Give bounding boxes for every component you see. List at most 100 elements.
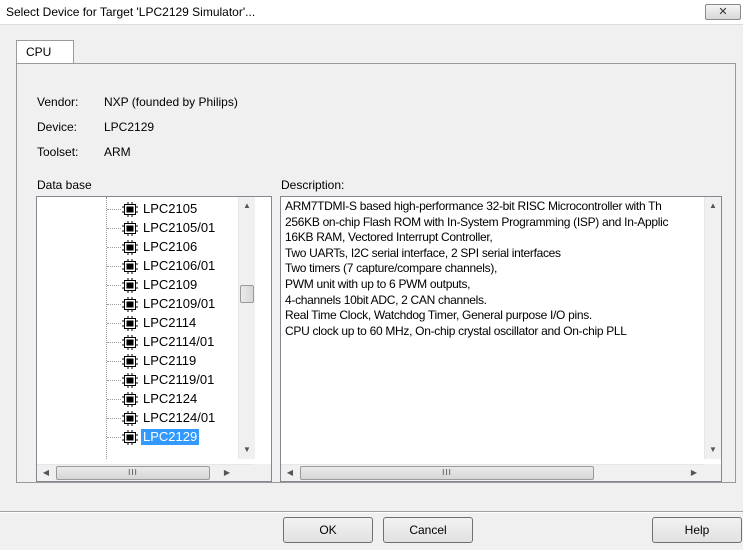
device-label: Device: — [37, 120, 78, 134]
chip-icon — [122, 430, 138, 445]
description-horizontal-scrollbar[interactable]: ◀ III ▶ — [281, 464, 704, 481]
tree-item-label: LPC2124 — [143, 391, 198, 406]
tree-item-label: LPC2119 — [143, 353, 197, 368]
tree-connector — [107, 247, 121, 248]
window-title: Select Device for Target 'LPC2129 Simula… — [6, 5, 256, 19]
description-box[interactable]: ARM7TDMI-S based high-performance 32-bit… — [280, 196, 722, 482]
chip-icon — [122, 221, 138, 236]
tree-connector — [107, 380, 121, 381]
database-label: Data base — [37, 178, 92, 192]
description-line: Two UARTs, I2C serial interface, 2 SPI s… — [285, 245, 561, 260]
chip-icon — [122, 373, 138, 388]
scroll-down-icon[interactable]: ▼ — [705, 442, 721, 458]
description-line: CPU clock up to 60 MHz, On-chip crystal … — [285, 323, 627, 338]
tree-item[interactable]: LPC2129 — [37, 428, 237, 447]
tree-connector — [107, 437, 121, 438]
vendor-label: Vendor: — [37, 95, 79, 109]
chip-icon — [122, 354, 138, 369]
tree-item[interactable]: LPC2119/01 — [37, 371, 237, 390]
tree-connector — [107, 361, 121, 362]
tree-item[interactable]: LPC2114 — [37, 314, 237, 333]
tree-connector — [107, 418, 121, 419]
tree-item-label: LPC2105 — [143, 201, 198, 216]
description-line: Two timers (7 capture/compare channels), — [285, 261, 498, 276]
tree-item[interactable]: LPC2119 — [37, 352, 237, 371]
tree-item[interactable]: LPC2124 — [37, 390, 237, 409]
tree-item[interactable]: LPC2106/01 — [37, 257, 237, 276]
tree-item-label: LPC2106/01 — [143, 258, 216, 273]
ok-button[interactable]: OK — [283, 517, 373, 543]
title-bar: Select Device for Target 'LPC2129 Simula… — [0, 0, 743, 25]
device-value: LPC2129 — [104, 120, 155, 134]
chip-icon — [122, 240, 138, 255]
help-button[interactable]: Help — [652, 517, 742, 543]
tree-item[interactable]: LPC2105 — [37, 200, 237, 219]
database-horizontal-scrollbar[interactable]: ◀ III ▶ — [37, 464, 255, 481]
database-vertical-scrollbar[interactable]: ▲ ▼ — [238, 197, 255, 459]
chip-icon — [122, 411, 138, 426]
description-label: Description: — [281, 178, 345, 192]
chip-icon — [122, 316, 138, 331]
database-horizontal-scroll-thumb[interactable]: III — [56, 466, 210, 480]
tree-item-label: LPC2124/01 — [143, 410, 216, 425]
chip-icon — [122, 278, 138, 293]
tree-item[interactable]: LPC2114/01 — [37, 333, 237, 352]
description-line: 4-channels 10bit ADC, 2 CAN channels. — [285, 292, 487, 307]
tree-item-label: LPC2109/01 — [143, 296, 216, 311]
tree-connector — [107, 304, 121, 305]
tree-connector — [107, 323, 121, 324]
tree-connector — [107, 209, 121, 210]
tree-item-label: LPC2106 — [143, 239, 198, 254]
chip-icon — [122, 392, 138, 407]
description-vertical-scrollbar[interactable]: ▲ ▼ — [704, 197, 721, 459]
toolset-label: Toolset: — [37, 145, 79, 159]
description-line: PWM unit with up to 6 PWM outputs, — [285, 276, 471, 291]
chip-icon — [122, 202, 138, 217]
tree-connector — [107, 399, 121, 400]
tab-cpu-label: CPU — [26, 45, 52, 59]
scroll-right-icon[interactable]: ▶ — [219, 465, 235, 481]
tree-item-label: LPC2114 — [143, 315, 197, 330]
tree-connector — [107, 342, 121, 343]
scroll-up-icon[interactable]: ▲ — [705, 198, 721, 214]
description-line: ARM7TDMI-S based high-performance 32-bit… — [285, 199, 662, 213]
vendor-value: NXP (founded by Philips) — [104, 95, 238, 109]
description-line: Real Time Clock, Watchdog Timer, General… — [285, 308, 592, 323]
scrollbar-corner — [704, 464, 721, 481]
tree-connector — [107, 285, 121, 286]
chip-icon — [122, 297, 138, 312]
chip-icon — [122, 335, 138, 350]
device-tree: LPC2105 LPC2105/01 LPC2106 LPC2106/01 LPC210… — [37, 197, 238, 459]
description-line: 256KB on-chip Flash ROM with In-System P… — [285, 214, 669, 229]
tree-item-label: LPC2105/01 — [143, 220, 216, 235]
scrollbar-corner — [254, 464, 271, 481]
scroll-down-icon[interactable]: ▼ — [239, 442, 255, 458]
description-text: ARM7TDMI-S based high-performance 32-bit… — [285, 199, 703, 457]
tree-item[interactable]: LPC2109 — [37, 276, 237, 295]
cancel-button[interactable]: Cancel — [383, 517, 473, 543]
dialog-separator — [0, 511, 743, 513]
scroll-left-icon[interactable]: ◀ — [38, 465, 54, 481]
tree-connector — [107, 266, 121, 267]
chip-icon — [122, 259, 138, 274]
tree-connector — [107, 228, 121, 229]
tree-item-label: LPC2109 — [143, 277, 198, 292]
scroll-up-icon[interactable]: ▲ — [239, 198, 255, 214]
tab-cpu[interactable]: CPU — [16, 40, 74, 64]
tree-item-label: LPC2119/01 — [143, 372, 215, 387]
close-icon: ✕ — [718, 6, 728, 18]
device-database-list[interactable]: LPC2105 LPC2105/01 LPC2106 LPC2106/01 LPC210… — [36, 196, 272, 482]
tree-item[interactable]: LPC2106 — [37, 238, 237, 257]
toolset-value: ARM — [104, 145, 131, 159]
tree-item[interactable]: LPC2124/01 — [37, 409, 237, 428]
tree-item-label: LPC2129 — [141, 429, 200, 445]
database-vertical-scroll-thumb[interactable] — [240, 285, 254, 303]
tree-item-label: LPC2114/01 — [143, 334, 215, 349]
description-line: 16KB RAM, Vectored Interrupt Controller, — [285, 230, 493, 245]
scroll-right-icon[interactable]: ▶ — [686, 465, 702, 481]
description-horizontal-scroll-thumb[interactable]: III — [300, 466, 594, 480]
close-button[interactable]: ✕ — [705, 4, 741, 20]
tree-item[interactable]: LPC2105/01 — [37, 219, 237, 238]
tree-item[interactable]: LPC2109/01 — [37, 295, 237, 314]
scroll-left-icon[interactable]: ◀ — [282, 465, 298, 481]
